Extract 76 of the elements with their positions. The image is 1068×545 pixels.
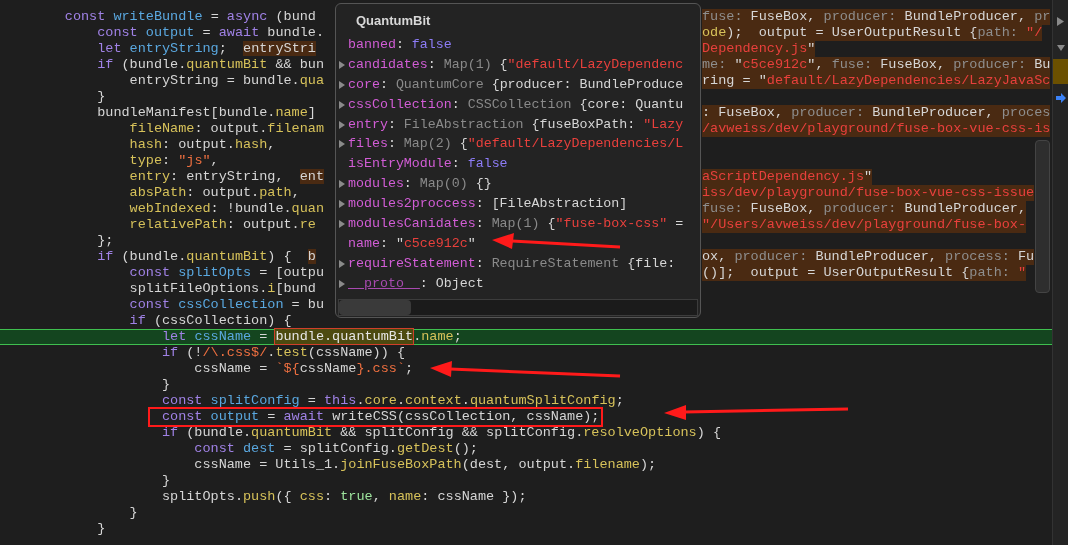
- code-line: const writeBundle = async (bund: [64, 10, 316, 24]
- code-line: splitOpts.push({ css: true, name: cssName });: [161, 490, 527, 504]
- breakpoint-marker[interactable]: [1053, 59, 1068, 84]
- play-icon[interactable]: [1057, 17, 1064, 26]
- code-line: webIndexed: !bundle.quan: [129, 202, 324, 216]
- inline-value: "/Users/avweiss/dev/playground/fuse-box-: [702, 217, 1027, 233]
- arrow-right-icon[interactable]: [1055, 93, 1066, 103]
- code-line: }: [161, 378, 171, 392]
- horizontal-scrollbar[interactable]: [338, 298, 698, 316]
- inline-value: ode); output = UserOutputResult {path: "/: [702, 25, 1043, 41]
- property-text: __proto__: Object: [348, 274, 484, 293]
- code-line: const dest = splitConfig.getDest();: [194, 442, 478, 456]
- code-line: }: [161, 474, 171, 488]
- code-line: absPath: output.path,: [129, 186, 300, 200]
- property-text: modulesCanidates: Map(1) {"fuse-box-css" =: [348, 214, 684, 233]
- inline-value: Dependency.js": [702, 41, 816, 57]
- expand-arrow-icon[interactable]: [339, 100, 345, 109]
- expand-arrow-icon[interactable]: [339, 180, 345, 189]
- code-line: fileName: output.filenam: [129, 122, 325, 136]
- code-line: entryString = bundle.qua: [129, 74, 325, 88]
- code-line: const splitConfig = this.core.context.quantumSplitConfig;: [161, 394, 624, 408]
- code-line: const splitOpts = [outpu: [129, 266, 325, 280]
- property-text: name: "c5ce912c": [348, 234, 476, 253]
- property-text: entry: FileAbstraction {fuseBoxPath: "Lazy: [348, 115, 684, 134]
- expand-arrow-icon[interactable]: [339, 200, 345, 209]
- code-line: type: "js",: [129, 154, 219, 168]
- inline-value: fuse: FuseBox, producer: BundleProducer,: [702, 201, 1027, 217]
- code-line: if (bundle.quantumBit && bun: [97, 58, 325, 72]
- property-text: core: QuantumCore {producer: BundleProduce: [348, 75, 684, 94]
- code-line: entry: entryString, ent: [129, 170, 325, 184]
- code-line: cssName = Utils_1.joinFuseBoxPath(dest, output.filename);: [194, 458, 657, 472]
- code-line: if (bundle.quantumBit) { b: [97, 250, 316, 264]
- property-text: files: Map(2) {"default/LazyDependencies/L: [348, 135, 684, 154]
- expand-arrow-icon[interactable]: [339, 219, 345, 228]
- inline-value: /avweiss/dev/playground/fuse-box-vue-css-is: [702, 121, 1051, 137]
- code-line: }: [97, 522, 106, 536]
- code-line: let cssName = bundle.quantumBit.name;: [161, 330, 462, 344]
- code-line: cssName = `${cssName}.css`;: [194, 362, 414, 376]
- expand-arrow-icon[interactable]: [339, 60, 345, 69]
- code-line: const output = await bundle.: [97, 26, 325, 40]
- caret-down-icon[interactable]: [1056, 45, 1065, 51]
- property-text: banned: false: [348, 35, 452, 54]
- property-text: cssCollection: CSSCollection {core: Quantu: [348, 95, 684, 114]
- inline-value: ()]; output = UserOutputResult {path: ": [702, 265, 1027, 281]
- code-line: relativePath: output.re: [129, 218, 316, 232]
- code-line: }: [129, 506, 138, 520]
- inline-value: fuse: FuseBox, producer: BundleProducer, pr: [702, 9, 1051, 25]
- property-text: candidates: Map(1) {"default/LazyDependenc: [348, 55, 684, 74]
- code-line: hash: output.hash,: [129, 138, 276, 152]
- inline-value: me: "c5ce912c", fuse: FuseBox, producer: Bu: [702, 57, 1051, 73]
- scrollbar-thumb[interactable]: [1035, 140, 1050, 293]
- code-line: splitFileOptions.i[bund: [129, 282, 316, 296]
- popover-title: QuantumBit: [356, 13, 431, 29]
- inline-value: ring = "default/LazyDependencies/LazyJavaSc: [702, 73, 1051, 89]
- inline-value: aScriptDependency.js": [702, 169, 873, 185]
- code-line: bundleManifest[bundle.name]: [97, 106, 316, 120]
- property-text: modules2proccess: [FileAbstraction]: [348, 195, 628, 214]
- code-line: const cssCollection = bu: [129, 298, 325, 312]
- inline-value: iss/dev/playground/fuse-box-vue-css-issue: [702, 185, 1035, 201]
- code-line: if (!/\.css$/.test(cssName)) {: [161, 346, 406, 360]
- inline-value: : FuseBox, producer: BundleProducer, proces: [702, 105, 1051, 121]
- expand-arrow-icon[interactable]: [339, 80, 345, 89]
- code-line: const output = await writeCSS(cssCollection, cssName);: [161, 410, 600, 424]
- inline-value: ox, producer: BundleProducer, process: Fu: [702, 249, 1035, 265]
- property-text: modules: Map(0) {}: [348, 175, 492, 194]
- expand-arrow-icon[interactable]: [339, 140, 345, 149]
- property-text: isEntryModule: false: [348, 155, 508, 174]
- code-line: }: [97, 90, 106, 104]
- expand-arrow-icon[interactable]: [339, 279, 345, 288]
- code-line: if (bundle.quantumBit && splitConfig && splitConfig.resolveOptions) {: [161, 426, 721, 440]
- code-line: if (cssCollection) {: [129, 314, 292, 328]
- expand-arrow-icon[interactable]: [339, 120, 345, 129]
- code-line: };: [97, 234, 114, 248]
- property-text: requireStatement: RequireStatement {file:: [348, 254, 676, 273]
- code-line: let entryString; entryStri: [97, 42, 316, 56]
- expand-arrow-icon[interactable]: [339, 259, 345, 268]
